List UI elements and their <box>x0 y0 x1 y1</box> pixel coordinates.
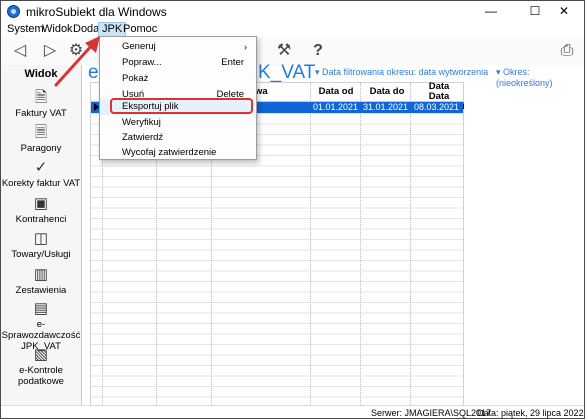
application-window: mikroSubiekt dla Windows — ☐ ✕ System Wi… <box>0 0 585 419</box>
annotation-arrow-icon <box>54 36 100 87</box>
